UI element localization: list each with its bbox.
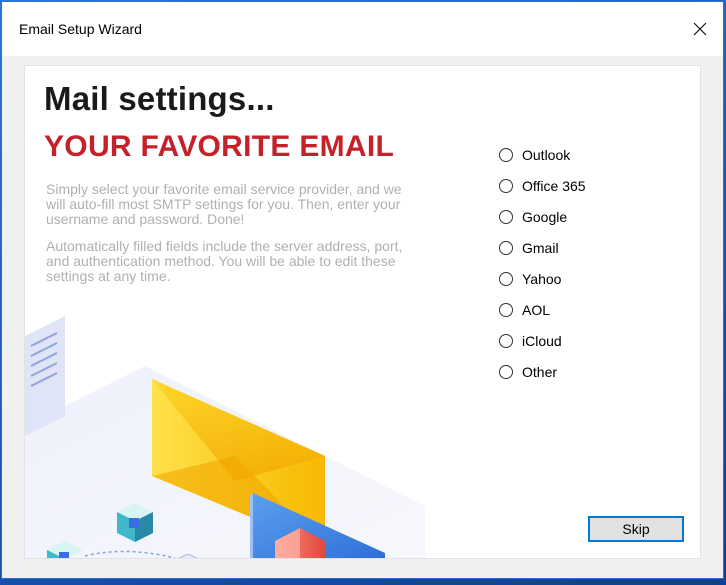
radio-office-365[interactable]: Office 365 — [499, 170, 586, 201]
radio-outlook[interactable]: Outlook — [499, 139, 586, 170]
radio-button-icon[interactable] — [499, 302, 513, 317]
radio-gmail[interactable]: Gmail — [499, 232, 586, 263]
radio-aol[interactable]: AOL — [499, 294, 586, 325]
radio-icloud[interactable]: iCloud — [499, 325, 586, 356]
title-bar: Email Setup Wizard — [2, 2, 723, 56]
document-icon — [25, 316, 65, 436]
radio-button-icon[interactable] — [499, 364, 513, 379]
skip-button[interactable]: Skip — [588, 516, 684, 542]
radio-label: Other — [522, 363, 558, 380]
radio-label: Gmail — [522, 239, 559, 256]
radio-yahoo[interactable]: Yahoo — [499, 263, 586, 294]
radio-button-icon[interactable] — [499, 209, 513, 224]
content-panel: Mail settings... YOUR FAVORITE EMAIL Sim… — [24, 65, 701, 559]
close-button[interactable] — [677, 2, 723, 56]
details-text: Automatically filled fields include the … — [46, 238, 403, 284]
radio-label: iCloud — [522, 332, 562, 349]
email-illustration — [25, 316, 425, 558]
wizard-window: Email Setup Wizard Mail settings... YOUR… — [1, 1, 724, 579]
page-title: Mail settings... — [44, 80, 275, 117]
radio-label: Yahoo — [522, 270, 562, 287]
radio-label: Office 365 — [522, 177, 586, 194]
provider-radio-group: Outlook Office 365 Google Gmail Yahoo AO… — [499, 139, 586, 387]
radio-label: Google — [522, 208, 568, 225]
radio-button-icon[interactable] — [499, 271, 513, 286]
page-subtitle: YOUR FAVORITE EMAIL — [44, 130, 395, 163]
close-icon — [693, 22, 707, 36]
radio-button-icon[interactable] — [499, 333, 513, 348]
window-title: Email Setup Wizard — [19, 21, 142, 37]
radio-other[interactable]: Other — [499, 356, 586, 387]
intro-text: Simply select your favorite email servic… — [46, 181, 402, 227]
radio-google[interactable]: Google — [499, 201, 586, 232]
radio-label: Outlook — [522, 146, 571, 163]
radio-label: AOL — [522, 301, 551, 318]
radio-button-icon[interactable] — [499, 147, 513, 162]
radio-button-icon[interactable] — [499, 178, 513, 193]
radio-button-icon[interactable] — [499, 240, 513, 255]
